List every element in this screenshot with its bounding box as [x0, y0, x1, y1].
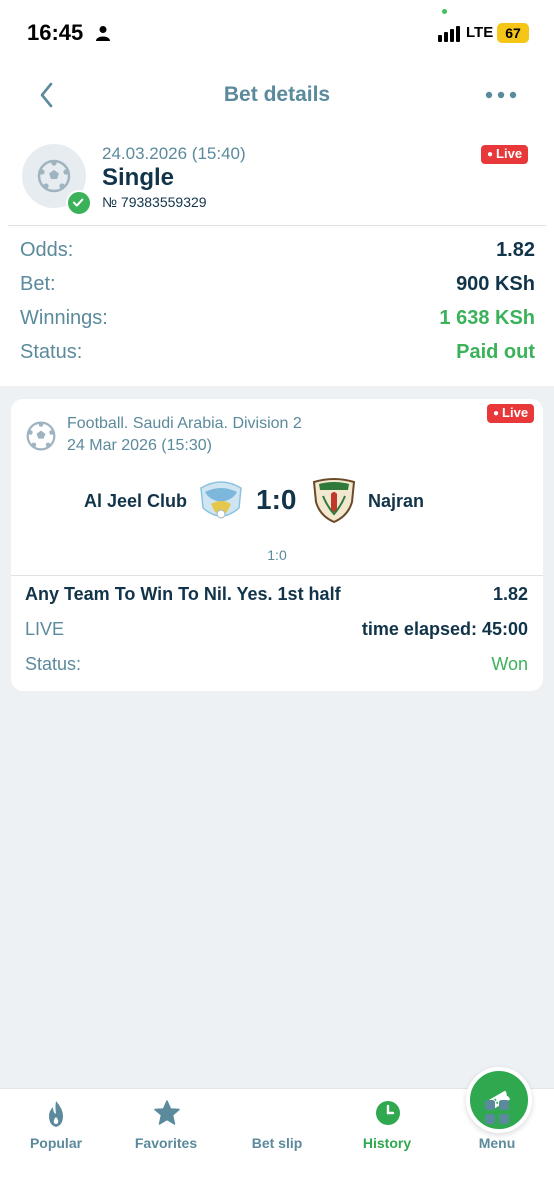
divider	[11, 575, 543, 576]
tab-history[interactable]: History	[332, 1089, 442, 1169]
bottom-tab-bar: Popular Favorites Bet slip History Menu	[0, 1067, 554, 1200]
flame-icon	[49, 1101, 63, 1127]
live-badge: ● Live	[481, 145, 529, 164]
market-odds: 1.82	[492, 584, 528, 604]
time-elapsed: time elapsed: 45:00	[361, 619, 528, 639]
tab-menu-label: Menu	[478, 1135, 516, 1151]
home-team-name: Al Jeel Club	[83, 491, 187, 511]
status-row: Status: Paid out	[20, 341, 535, 371]
tab-favorites[interactable]: Favorites	[111, 1089, 221, 1169]
event-date: 24 Mar 2026 (15:30)	[67, 437, 212, 454]
page-title: Bet details	[223, 83, 331, 106]
person-icon	[96, 26, 110, 41]
away-team-logo	[312, 478, 356, 524]
winnings-value: 1 638 KSh	[439, 307, 535, 329]
winnings-row: Winnings: 1 638 KSh	[20, 307, 535, 337]
star-icon	[154, 1100, 180, 1125]
away-team-name: Najran	[368, 491, 425, 511]
clock-icon	[376, 1101, 400, 1125]
status-value: Paid out	[456, 341, 535, 363]
battery-indicator: 67	[497, 23, 529, 43]
bet-date: 24.03.2026 (15:40)	[102, 144, 246, 163]
market-name: Any Team To Win To Nil. Yes. 1st half	[25, 584, 341, 604]
status-label: Status:	[20, 341, 83, 363]
network-type: LTE	[466, 24, 494, 41]
more-options-icon[interactable]	[485, 90, 517, 100]
live-label: LIVE	[25, 619, 65, 639]
bet-type: Single	[102, 164, 175, 191]
grid-menu-icon	[485, 1100, 509, 1124]
event-status-value: Won	[491, 654, 528, 674]
tab-bet-slip[interactable]: Bet slip	[222, 1067, 532, 1169]
home-team-logo	[200, 481, 242, 519]
tab-popular-label: Popular	[29, 1135, 83, 1151]
league-name: Football. Saudi Arabia. Division 2	[67, 415, 302, 432]
header-bar: Bet details	[0, 64, 554, 126]
event-live-badge: ● Live	[487, 404, 535, 423]
status-bar: 16:45 LTE 67	[0, 0, 554, 64]
event-status-label: Status:	[25, 654, 82, 674]
tab-history-label: History	[362, 1135, 412, 1151]
mic-indicator-dot	[442, 9, 447, 14]
odds-label: Odds:	[20, 239, 74, 261]
check-circle-icon	[66, 190, 92, 216]
bet-summary-card: 24.03.2026 (15:40) Single № 79383559329 …	[0, 126, 554, 386]
event-card[interactable]: ● Live Football. Saudi Arabia. Division 2…	[11, 399, 543, 691]
bet-amount-label: Bet:	[20, 273, 56, 295]
odds-value: 1.82	[496, 239, 535, 261]
tab-bet-slip-label: Bet slip	[251, 1135, 303, 1151]
bet-amount-row: Bet: 900 KSh	[20, 273, 535, 303]
tab-popular[interactable]: Popular	[1, 1089, 111, 1169]
tab-favorites-label: Favorites	[134, 1135, 198, 1151]
bet-number: № 79383559329	[102, 194, 207, 210]
match-score: 1:0	[256, 484, 297, 515]
football-icon	[26, 421, 56, 451]
signal-icon	[438, 26, 460, 42]
clock: 16:45	[27, 20, 84, 45]
winnings-label: Winnings:	[20, 307, 108, 329]
odds-row: Odds: 1.82	[20, 239, 535, 269]
half-time-score: 1:0	[267, 547, 287, 563]
divider	[8, 225, 546, 226]
tab-menu[interactable]: Menu	[442, 1089, 552, 1169]
football-icon	[37, 159, 71, 193]
bet-amount-value: 900 KSh	[456, 273, 535, 295]
